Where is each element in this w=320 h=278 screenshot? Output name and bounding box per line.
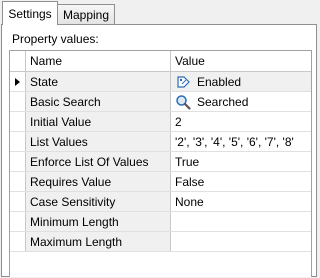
property-name[interactable]: Case Sensitivity <box>26 192 171 211</box>
property-row-initial-value[interactable]: Initial Value 2 <box>10 112 311 132</box>
settings-panel: Property values: Name Value State Enable… <box>1 24 317 277</box>
property-name[interactable]: Maximum Length <box>26 232 171 251</box>
property-row-minimum-length[interactable]: Minimum Length <box>10 212 311 232</box>
property-value[interactable]: False <box>171 172 311 191</box>
current-row-arrow-icon <box>15 77 20 86</box>
row-selector[interactable] <box>10 132 26 151</box>
property-name[interactable]: Initial Value <box>26 112 171 131</box>
row-header-corner <box>10 51 26 71</box>
property-name[interactable]: List Values <box>26 132 171 151</box>
property-row-case-sensitivity[interactable]: Case Sensitivity None <box>10 192 311 212</box>
row-selector[interactable] <box>10 152 26 171</box>
property-value[interactable]: None <box>171 192 311 211</box>
property-row-requires-value[interactable]: Requires Value False <box>10 172 311 192</box>
property-row-state[interactable]: State Enabled <box>10 72 311 92</box>
property-value[interactable]: '2', '3', '4', '5', '6', '7', '8' <box>171 132 311 151</box>
property-value[interactable]: True <box>171 152 311 171</box>
tab-strip: Settings Mapping <box>0 0 318 25</box>
row-selector[interactable] <box>10 192 26 211</box>
row-selector[interactable] <box>10 212 26 231</box>
column-header-name[interactable]: Name <box>26 51 171 71</box>
tab-mapping-label: Mapping <box>62 7 110 22</box>
magnifier-icon <box>176 94 191 110</box>
property-name[interactable]: Enforce List Of Values <box>26 152 171 171</box>
property-value[interactable]: 2 <box>171 112 311 131</box>
property-value-text: Searched <box>197 94 249 109</box>
row-selector[interactable] <box>10 72 26 91</box>
property-name[interactable]: Requires Value <box>26 172 171 191</box>
property-row-enforce-list-of-values[interactable]: Enforce List Of Values True <box>10 152 311 172</box>
row-selector[interactable] <box>10 232 26 251</box>
property-row-maximum-length[interactable]: Maximum Length <box>10 232 311 252</box>
tab-settings[interactable]: Settings <box>2 1 58 25</box>
property-name[interactable]: State <box>26 72 171 91</box>
column-header-value[interactable]: Value <box>171 51 311 71</box>
property-value[interactable]: Searched <box>171 92 311 111</box>
tab-settings-label: Settings <box>8 6 52 21</box>
property-row-basic-search[interactable]: Basic Search Searched <box>10 92 311 112</box>
tab-mapping[interactable]: Mapping <box>58 4 115 24</box>
row-selector[interactable] <box>10 92 26 111</box>
property-value[interactable] <box>171 212 311 231</box>
property-row-list-values[interactable]: List Values '2', '3', '4', '5', '6', '7'… <box>10 132 311 152</box>
enabled-state-icon <box>177 75 190 88</box>
property-name[interactable]: Minimum Length <box>26 212 171 231</box>
property-grid: Name Value State Enabled Basic Search Se… <box>9 50 312 277</box>
row-selector[interactable] <box>10 112 26 131</box>
grid-header: Name Value <box>10 51 311 72</box>
property-values-label: Property values: <box>12 32 99 46</box>
property-value[interactable]: Enabled <box>171 72 311 91</box>
property-value[interactable] <box>171 232 311 251</box>
property-name[interactable]: Basic Search <box>26 92 171 111</box>
row-selector[interactable] <box>10 172 26 191</box>
property-value-text: Enabled <box>197 74 242 89</box>
